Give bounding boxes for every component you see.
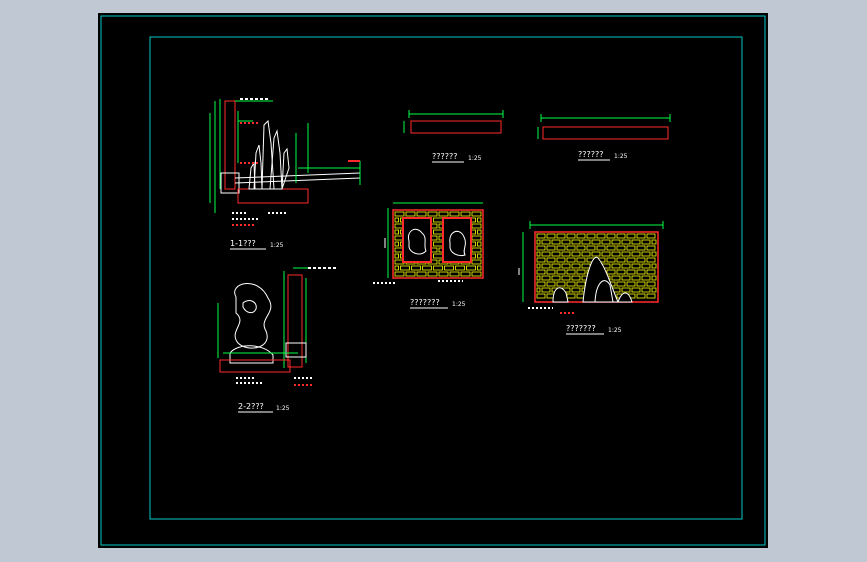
cad-drawing: 1-1??? 1:25 2-2??? 1:25 ?????? 1:25 ????…	[100, 15, 766, 546]
elevation-b-title: ???????	[566, 324, 596, 333]
plan-b-drawing	[537, 114, 671, 140]
elevation-b-drawing	[518, 221, 664, 314]
section-2-drawing	[217, 267, 338, 386]
section-1-drawing	[209, 98, 361, 226]
section-2-title: 2-2???	[238, 402, 264, 411]
cad-viewport[interactable]: 1-1??? 1:25 2-2??? 1:25 ?????? 1:25 ????…	[98, 13, 768, 548]
plan-a-title: ??????	[432, 152, 457, 161]
plan-b-scale: 1:25	[614, 153, 628, 160]
plan-a-drawing	[403, 110, 504, 134]
section-1-scale: 1:25	[270, 242, 284, 249]
elevation-b-scale: 1:25	[608, 327, 622, 334]
elevation-a-scale: 1:25	[452, 301, 466, 308]
plan-a-scale: 1:25	[468, 155, 482, 162]
plan-b-title: ??????	[578, 150, 603, 159]
outer-frame	[100, 15, 766, 546]
elevation-a-drawing	[373, 202, 484, 284]
elevation-a-title: ???????	[410, 298, 440, 307]
section-1-title: 1-1???	[230, 239, 256, 248]
section-2-scale: 1:25	[276, 405, 290, 412]
